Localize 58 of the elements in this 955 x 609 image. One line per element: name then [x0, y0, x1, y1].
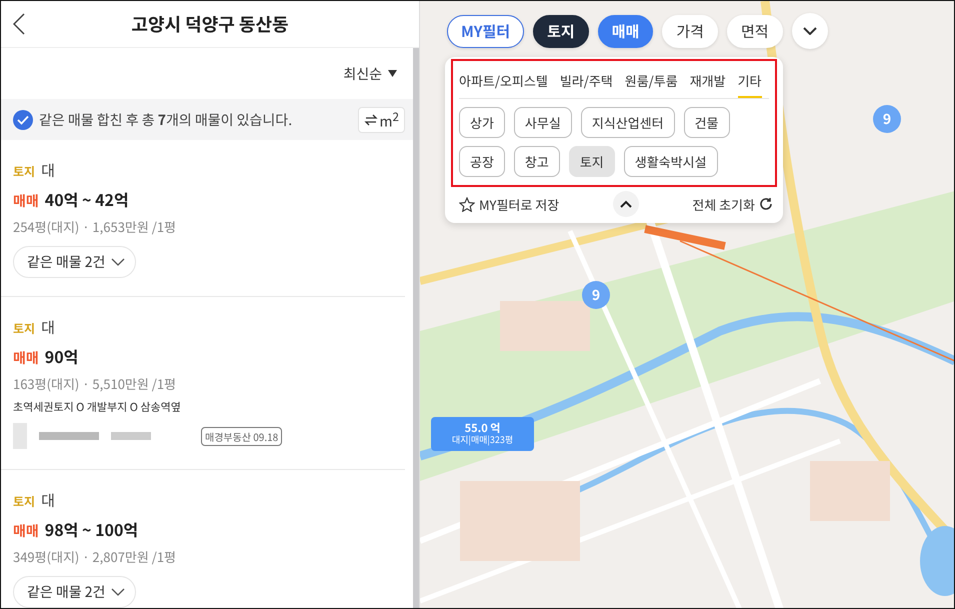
- type-chip[interactable]: 건물: [684, 107, 730, 138]
- star-icon: [459, 196, 475, 212]
- chevron-down-icon: [111, 588, 126, 596]
- page-title: 고양시 덕양구 동산동: [131, 11, 289, 37]
- listing-card[interactable]: 토지 대 매매 90억 163평(대지) · 5,510만원 /1평 초역세권토지 O 개발부지 O 삼송역옆 매경부동산 09.18: [1, 297, 405, 470]
- listing-price: 98억 ~ 100억: [44, 517, 138, 541]
- agency-tag: 매경부동산 09.18: [201, 426, 282, 446]
- listing-description: 초역세권토지 O 개발부지 O 삼송역옆: [13, 399, 182, 415]
- deal-type: 매매: [13, 191, 39, 211]
- save-filter-button[interactable]: MY필터로 저장: [459, 194, 560, 214]
- refresh-icon: [758, 197, 773, 211]
- listing-card[interactable]: 토지 대 매매 98억 ~ 100억 349평(대지) · 2,807만원 /1평 같은 매물 2건: [1, 470, 405, 608]
- chevron-down-icon: [802, 27, 817, 35]
- chevron-up-icon: [620, 200, 632, 208]
- listing-price: 40억 ~ 42억: [44, 187, 129, 211]
- reset-button[interactable]: 전체 초기화: [692, 194, 773, 214]
- unit-toggle-button[interactable]: m$^{2}$: [358, 106, 405, 133]
- checkbox[interactable]: [13, 110, 33, 130]
- listing-area: 163평(대지) · 5,510만원 /1평: [13, 374, 405, 393]
- marker-detail: 대지|매매|323평: [452, 435, 514, 446]
- category-tab[interactable]: 재개발: [690, 69, 726, 98]
- category-tab[interactable]: 기타: [738, 69, 762, 98]
- category-tab[interactable]: 원룸/투룸: [624, 69, 678, 98]
- same-listings-button[interactable]: 같은 매물 2건: [13, 576, 136, 608]
- caret-down-icon: [388, 70, 397, 78]
- back-icon: [13, 13, 25, 35]
- listing-price: 90억: [44, 344, 78, 368]
- deal-type: 매매: [13, 348, 39, 368]
- land-category: 대: [41, 490, 55, 511]
- listing-area: 254평(대지) · 1,653만원 /1평: [13, 217, 405, 236]
- type-chip[interactable]: 지식산업센터: [580, 107, 675, 138]
- listing-card[interactable]: 토지 대 매매 40억 ~ 42억 254평(대지) · 1,653만원 /1평 같은 매물 2건: [1, 140, 405, 297]
- scrollbar[interactable]: [413, 48, 419, 608]
- check-icon: [17, 114, 29, 125]
- type-chip[interactable]: 사무실: [514, 107, 572, 138]
- deal-type: 매매: [13, 521, 39, 541]
- notice-text: 같은 매물 합친 후 총 7개의 매물이 있습니다.: [39, 110, 294, 130]
- type-chip[interactable]: 공장: [459, 146, 505, 177]
- property-type: 토지: [13, 493, 36, 510]
- back-button[interactable]: [11, 11, 27, 37]
- type-chip[interactable]: 창고: [514, 146, 560, 177]
- land-category: 대: [41, 160, 55, 181]
- swap-icon: [364, 114, 378, 126]
- collapse-button[interactable]: [612, 191, 639, 217]
- marker-price: 55.0 억: [464, 422, 500, 436]
- listing-area: 349평(대지) · 2,807만원 /1평: [13, 547, 405, 566]
- chevron-down-icon: [111, 258, 126, 266]
- type-chip[interactable]: 상가: [459, 107, 505, 138]
- type-chip[interactable]: 토지: [568, 146, 615, 177]
- land-category: 대: [41, 317, 55, 338]
- sort-dropdown[interactable]: 최신순: [343, 64, 397, 84]
- property-type: 토지: [13, 320, 36, 337]
- filter-pill[interactable]: MY필터: [447, 14, 524, 48]
- category-tab[interactable]: 아파트/오피스텔: [459, 69, 548, 98]
- type-chip[interactable]: 생활숙박시설: [624, 146, 718, 177]
- property-type: 토지: [13, 163, 36, 180]
- category-tab[interactable]: 빌라/주택: [560, 69, 613, 98]
- same-listings-button[interactable]: 같은 매물 2건: [13, 246, 136, 278]
